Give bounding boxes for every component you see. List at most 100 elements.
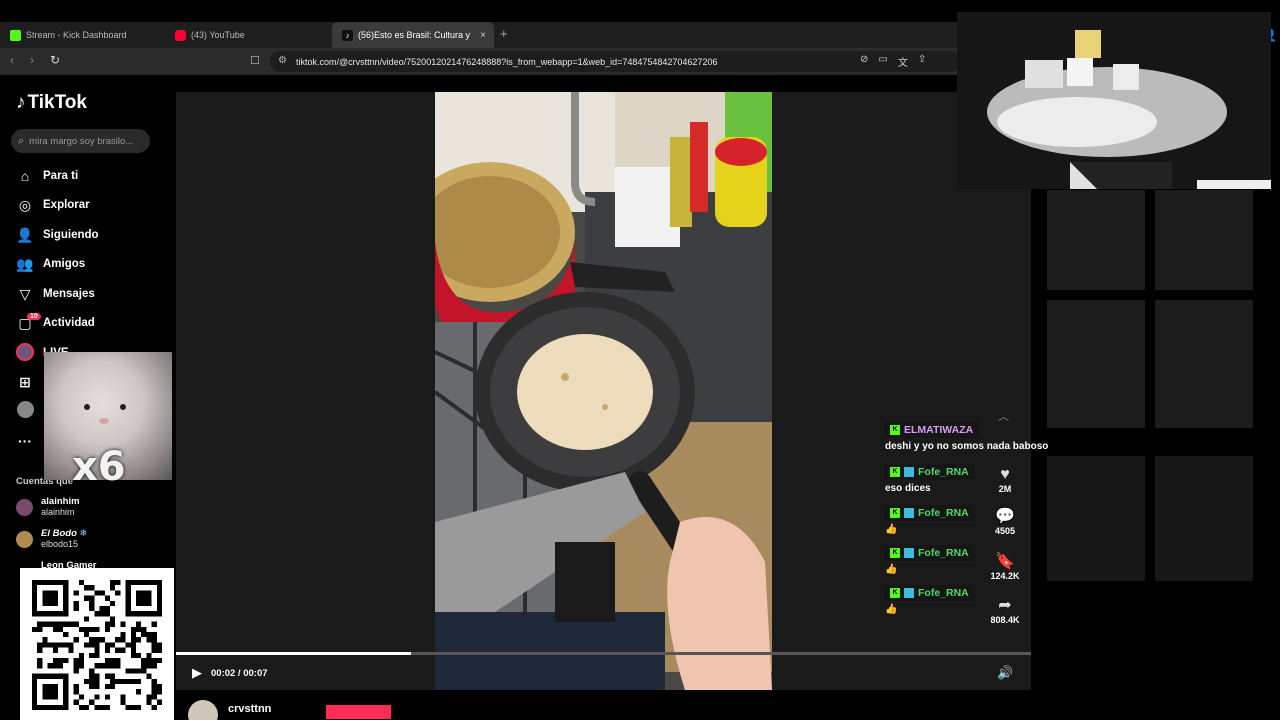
video-thumbnail[interactable] [1155, 456, 1253, 581]
nav-para-ti[interactable]: ⌂ Para ti [15, 165, 78, 187]
hamster-eye [120, 404, 126, 410]
tab-youtube[interactable]: (43) YouTube [165, 22, 330, 48]
translate-icon[interactable]: 文 [898, 54, 908, 69]
account-name: alainhim [41, 496, 80, 507]
qr-module [130, 668, 136, 674]
qr-module [89, 668, 95, 674]
qr-module [94, 647, 100, 653]
qr-module [84, 585, 90, 591]
tab-close-icon[interactable]: × [480, 30, 486, 41]
toolbar-icons: ⊘ ▭ 文 ⇧ [860, 54, 926, 69]
followed-account[interactable]: El Bodo ❄ elbodo15 [16, 528, 88, 550]
qr-module [115, 580, 121, 586]
qr-module [99, 611, 105, 617]
qr-module [37, 621, 43, 627]
qr-module [84, 595, 90, 601]
back-icon[interactable]: ‹ [10, 53, 14, 67]
qr-module [146, 637, 152, 643]
followed-account[interactable]: alainhim alainhim [16, 496, 80, 518]
tab-tiktok[interactable]: ♪ (56)Esto es Brasil: Cultura y Diver × [332, 22, 494, 48]
qr-module [156, 658, 162, 664]
nav-explorar[interactable]: ◎ Explorar [15, 194, 90, 216]
nav-mensajes[interactable]: ▽ Mensajes [15, 283, 95, 305]
nav-amigos[interactable]: 👥 Amigos [15, 253, 85, 275]
qr-module [73, 658, 79, 664]
qr-module [89, 585, 95, 591]
qr-module [130, 678, 136, 684]
qr-module [136, 621, 142, 627]
reload-icon[interactable]: ↻ [50, 53, 60, 67]
qr-module [104, 694, 110, 700]
bookmark-page-icon[interactable]: ☐ [250, 54, 260, 67]
video-frame[interactable] [435, 92, 772, 690]
share-page-icon[interactable]: ⇧ [918, 54, 926, 69]
qr-module [151, 621, 157, 627]
video-thumbnail[interactable] [1155, 190, 1253, 290]
qr-module [146, 652, 152, 658]
qr-module [37, 626, 43, 632]
bookmark-button[interactable]: 🔖 124.2K [986, 553, 1024, 581]
kick-icon [10, 29, 21, 41]
qr-module [156, 689, 162, 695]
tiktok-logo[interactable]: ♪ TikTok [16, 92, 87, 114]
kick-badge-icon: K [890, 587, 900, 598]
chat-username: Fofe_RNA [918, 546, 969, 559]
search-icon: ⌕ [18, 134, 25, 147]
qr-module [89, 673, 95, 679]
video-thumbnail[interactable] [1047, 300, 1145, 428]
author-avatar[interactable] [188, 700, 218, 720]
qr-module [89, 684, 95, 690]
tracking-icon[interactable]: ⊘ [860, 54, 868, 69]
chat-username: Fofe_RNA [918, 465, 969, 478]
new-tab-button[interactable]: + [500, 26, 508, 41]
qr-module [110, 663, 116, 669]
qr-module [156, 684, 162, 690]
qr-module [58, 658, 64, 664]
chat-text: 👍 [885, 603, 898, 615]
qr-module [104, 642, 110, 648]
qr-module [110, 658, 116, 664]
screen: Stream - Kick Dashboard (43) YouTube ♪ (… [0, 0, 1280, 720]
nav-more[interactable]: ··· [15, 430, 43, 452]
qr-module [110, 621, 116, 627]
search-input[interactable]: ⌕ mira margo soy brasilo... [11, 129, 150, 153]
video-thumbnail[interactable] [1047, 456, 1145, 581]
qr-module [73, 668, 79, 674]
qr-module [63, 642, 69, 648]
qr-module [141, 626, 147, 632]
nav-profile[interactable] [15, 400, 43, 422]
cast-icon[interactable]: ▭ [878, 54, 887, 69]
qr-module [151, 658, 157, 664]
forward-icon[interactable]: › [30, 53, 34, 67]
site-settings-icon[interactable]: ⚙ [278, 55, 287, 66]
tab-kick-dashboard[interactable]: Stream - Kick Dashboard [0, 22, 165, 48]
qr-module [104, 621, 110, 627]
plus-square-icon: ⊞ [19, 373, 31, 390]
like-button[interactable]: ♥ 2M [986, 466, 1024, 494]
more-icon: ··· [18, 433, 32, 449]
video-thumbnail[interactable] [1047, 190, 1145, 290]
chat-user: K Fofe_RNA [884, 463, 975, 480]
video-progress-bar[interactable] [176, 652, 1031, 655]
qr-module [84, 626, 90, 632]
volume-icon[interactable]: 🔊 [997, 665, 1013, 681]
nav-siguiendo[interactable]: 👤 Siguiendo [15, 224, 98, 246]
qr-module [63, 621, 69, 627]
qr-module [146, 673, 152, 679]
nav-upload[interactable]: ⊞ [15, 371, 43, 393]
qr-module [146, 632, 152, 638]
follow-button[interactable] [326, 705, 391, 719]
address-bar[interactable]: ⚙ tiktok.com/@crvsttnn/video/75200120214… [270, 51, 960, 72]
qr-module [104, 595, 110, 601]
video-thumbnail[interactable] [1155, 300, 1253, 428]
qr-module [94, 673, 100, 679]
qr-module [94, 642, 100, 648]
author-name[interactable]: crvsttnn [228, 703, 271, 715]
share-button[interactable]: ➦ 808.4K [986, 597, 1024, 625]
nav-actividad[interactable]: ▢ 10 Actividad [15, 312, 95, 334]
comment-button[interactable]: 💬 4505 [986, 508, 1024, 536]
qr-module [151, 684, 157, 690]
kick-badge-icon: K [890, 466, 900, 477]
play-icon[interactable]: ▶ [192, 665, 202, 681]
messages-icon: ▽ [19, 285, 31, 302]
